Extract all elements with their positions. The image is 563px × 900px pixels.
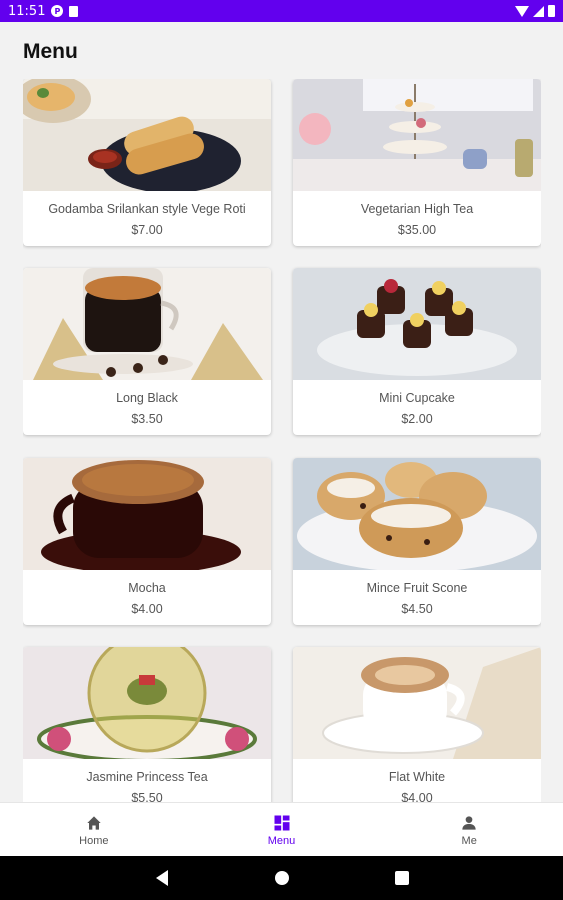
menu-card[interactable]: Vegetarian High Tea $35.00 (293, 79, 541, 246)
signal-icon (533, 5, 544, 17)
menu-card[interactable]: Mocha $4.00 (23, 458, 271, 625)
home-icon (87, 815, 101, 830)
menu-card[interactable]: Godamba Srilankan style Vege Roti $7.00 (23, 79, 271, 246)
grid-icon (274, 815, 289, 830)
coffee-photo (23, 268, 271, 380)
item-name: Vegetarian High Tea (360, 202, 474, 216)
scone-photo (293, 458, 541, 570)
back-button[interactable] (152, 868, 172, 888)
home-circle-icon (274, 871, 289, 885)
menu-grid[interactable]: Godamba Srilankan style Vege Roti $7.00 … (23, 79, 541, 802)
item-name: Mocha (128, 581, 166, 595)
person-icon (462, 815, 476, 830)
bottom-navigation: Home Menu Me (0, 802, 563, 856)
tea-photo (23, 647, 271, 759)
nav-me-label: Me (461, 834, 477, 847)
menu-card[interactable]: Mince Fruit Scone $4.50 (293, 458, 541, 625)
page-title: Menu (23, 40, 78, 63)
back-icon (155, 870, 168, 886)
item-price: $35.00 (397, 223, 437, 237)
sd-card-icon (69, 5, 79, 17)
roti-photo (23, 79, 271, 191)
nav-home[interactable]: Home (0, 803, 188, 856)
item-name: Mini Cupcake (379, 391, 455, 405)
nav-menu-label: Menu (267, 834, 296, 847)
item-name: Flat White (388, 770, 446, 784)
item-price: $4.00 (401, 791, 433, 802)
status-bar: 11:51 P (0, 0, 563, 22)
item-name: Long Black (116, 391, 178, 405)
cupcake-photo (293, 268, 541, 380)
menu-card[interactable]: Mini Cupcake $2.00 (293, 268, 541, 435)
item-name: Jasmine Princess Tea (86, 770, 208, 784)
item-price: $4.50 (401, 602, 433, 616)
item-price: $5.50 (131, 791, 163, 802)
recents-button[interactable] (392, 868, 412, 888)
battery-icon (548, 5, 555, 17)
item-price: $4.00 (131, 602, 163, 616)
recents-icon (394, 871, 409, 885)
nav-menu[interactable]: Menu (188, 803, 376, 856)
item-price: $2.00 (401, 412, 433, 426)
item-price: $7.00 (131, 223, 163, 237)
system-navigation-bar (0, 856, 563, 900)
wifi-icon (515, 5, 529, 17)
item-price: $3.50 (131, 412, 163, 426)
item-name: Mince Fruit Scone (366, 581, 468, 595)
status-time: 11:51 (8, 3, 46, 19)
home-button[interactable] (272, 868, 292, 888)
nav-home-label: Home (79, 834, 109, 847)
notification-badge-icon: P (51, 5, 64, 17)
menu-card[interactable]: Flat White $4.00 (293, 647, 541, 802)
flat-white-photo (293, 647, 541, 759)
mocha-photo (23, 458, 271, 570)
item-name: Godamba Srilankan style Vege Roti (48, 202, 246, 216)
nav-me[interactable]: Me (375, 803, 563, 856)
menu-card[interactable]: Jasmine Princess Tea $5.50 (23, 647, 271, 802)
menu-card[interactable]: Long Black $3.50 (23, 268, 271, 435)
high-tea-photo (293, 79, 541, 191)
